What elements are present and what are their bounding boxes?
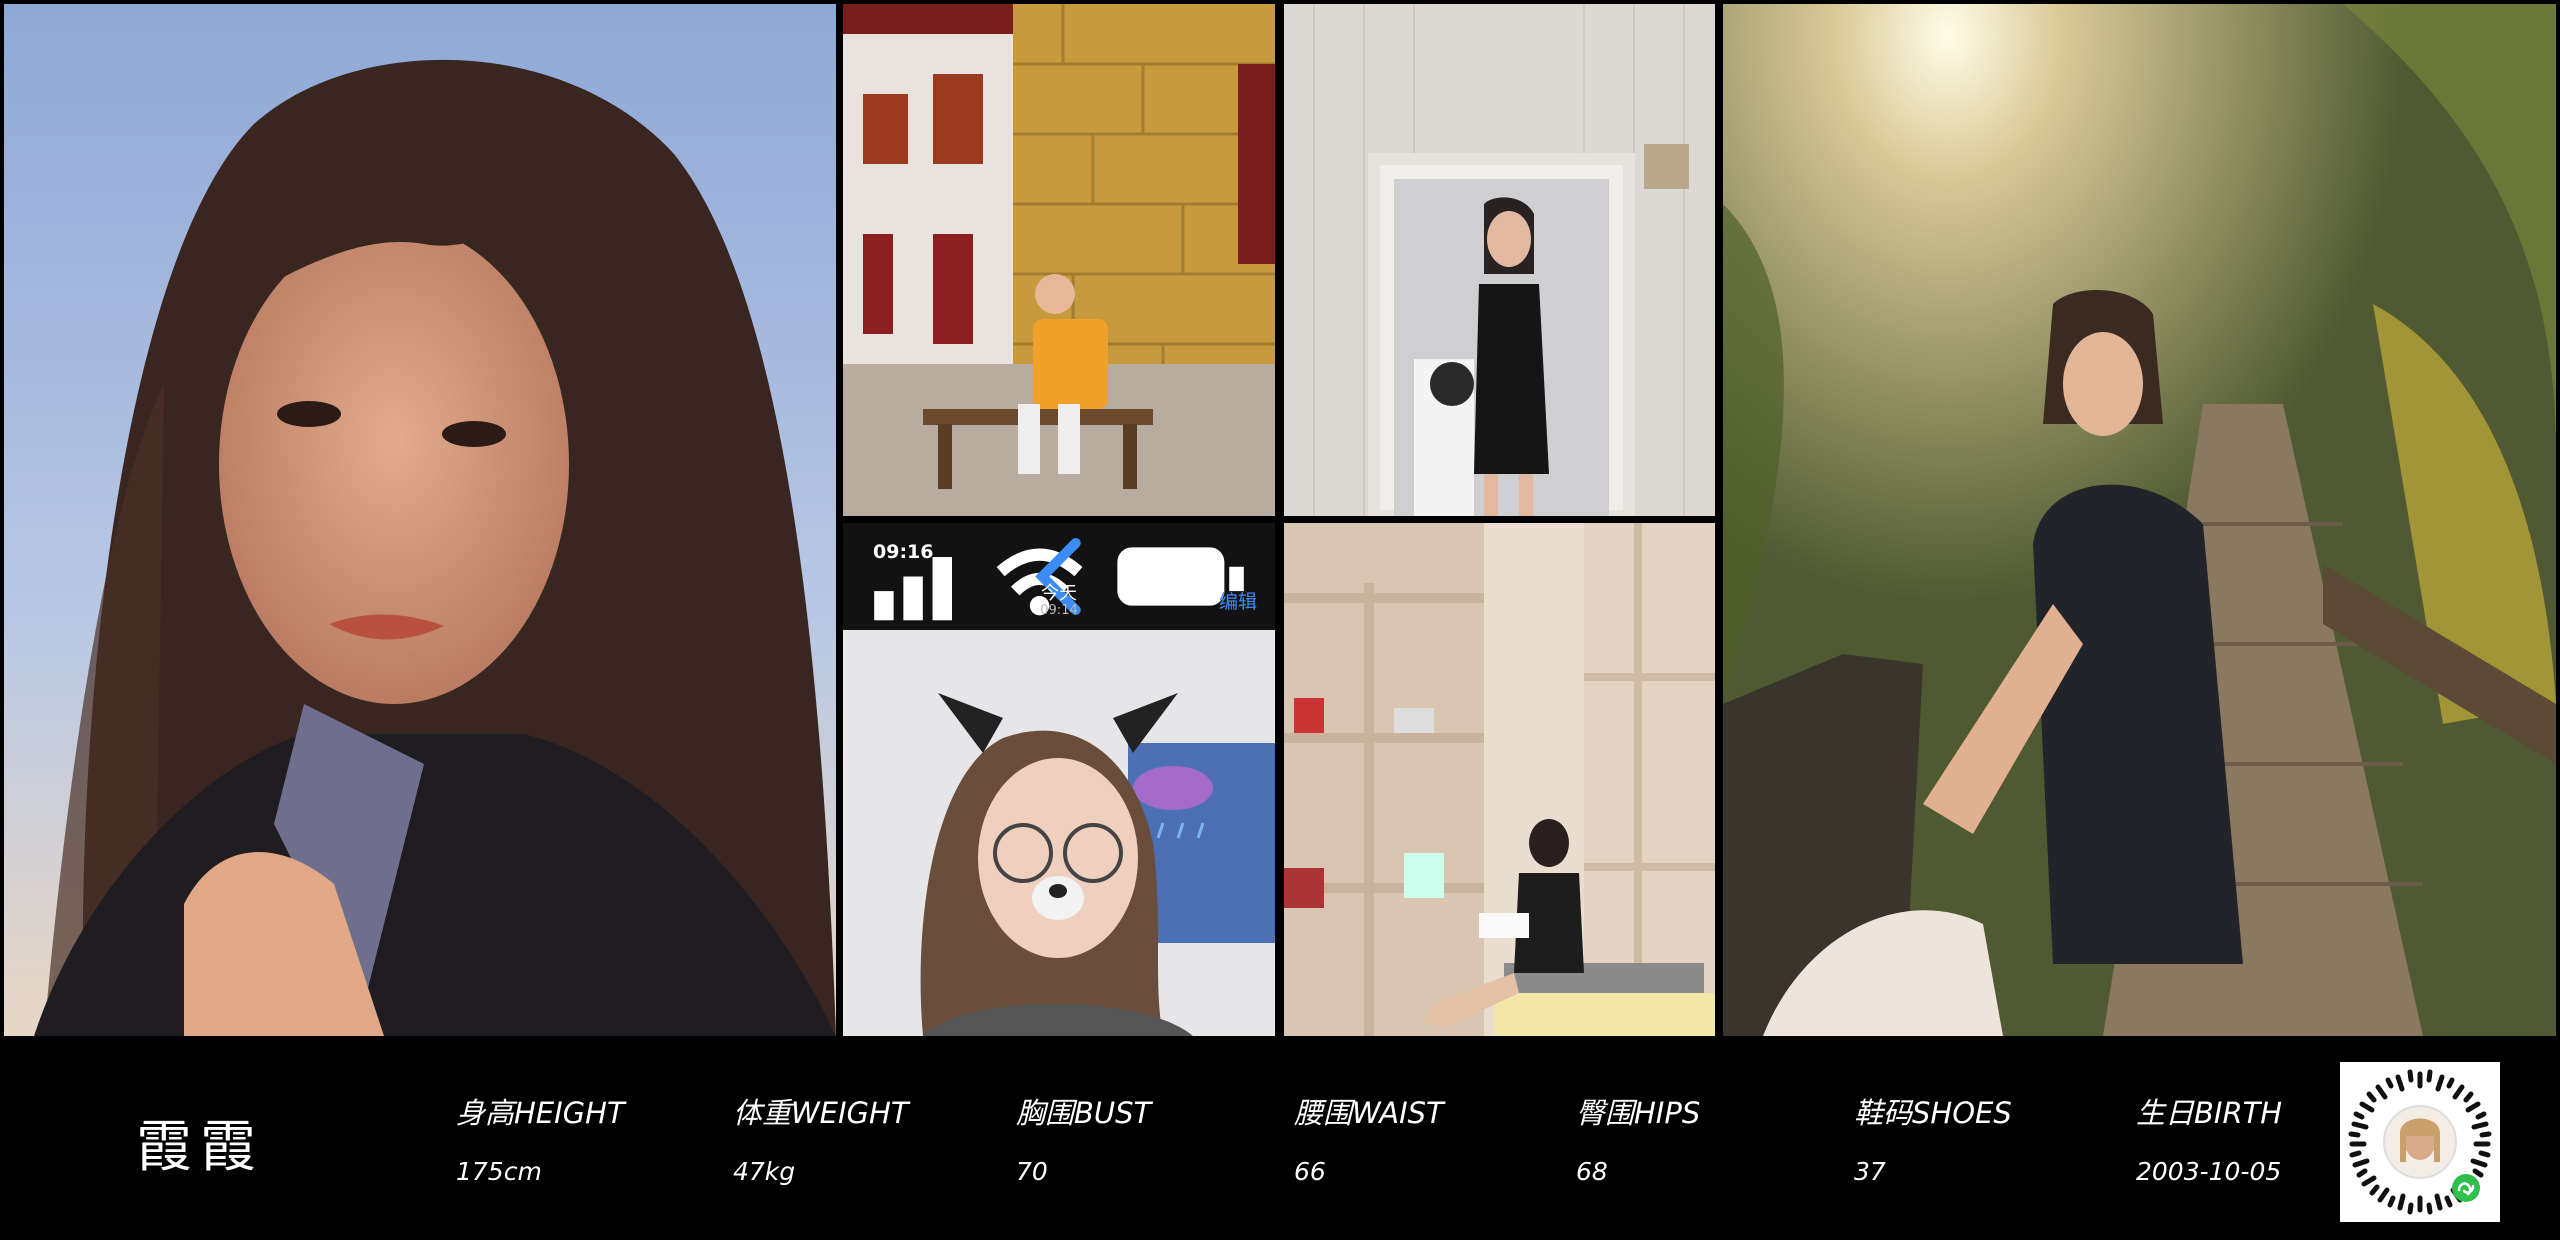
photo-bench-stone-wall-art <box>843 4 1275 516</box>
stat-label: 身高HEIGHT <box>456 1096 625 1130</box>
phone-status-bar: 09:16 今天 09:14 编辑 <box>843 523 1275 630</box>
stat-label: 胸围BUST <box>1016 1096 1152 1130</box>
photo-portrait-sky-art <box>4 4 836 1036</box>
stat-label: 腰围WAIST <box>1294 1096 1444 1130</box>
photo-portrait-sky <box>4 4 836 1036</box>
mini-program-code-art <box>2340 1062 2500 1222</box>
wechat-mini-program-code[interactable] <box>2340 1062 2500 1222</box>
stat-value: 68 <box>1576 1157 1608 1186</box>
stat-bust: 胸围BUST 70 <box>1016 1090 1236 1186</box>
stat-value: 175cm <box>456 1157 542 1186</box>
photo-phone-screenshot: 09:16 今天 09:14 编辑 <box>843 523 1275 1036</box>
stat-value: 70 <box>1016 1157 1048 1186</box>
wechat-mini-program-icon <box>2452 1174 2480 1202</box>
screen-title: 今天 <box>1041 583 1077 604</box>
edit-button[interactable]: 编辑 <box>1219 587 1257 614</box>
photo-mirror-selfie-art <box>1284 4 1715 516</box>
stat-birth: 生日BIRTH 2003-10-05 <box>2136 1090 2356 1186</box>
stat-label: 生日BIRTH <box>2136 1096 2283 1130</box>
stat-weight: 体重WEIGHT 47kg <box>733 1090 953 1186</box>
stat-label: 臀围HIPS <box>1576 1096 1701 1130</box>
photo-boardwalk-sunlight-art <box>1723 4 2556 1036</box>
stat-value: 37 <box>1854 1157 1886 1186</box>
stat-value: 66 <box>1294 1157 1326 1186</box>
photo-boardwalk-sunlight <box>1723 4 2556 1036</box>
stat-label: 体重WEIGHT <box>733 1096 909 1130</box>
profile-footer: 霞霞 身高HEIGHT 175cm 体重WEIGHT 47kg 胸围BUST 7… <box>0 1036 2560 1240</box>
stat-shoes: 鞋码SHOES 37 <box>1854 1090 2074 1186</box>
photo-bookshelf-reading-art <box>1284 523 1715 1036</box>
stat-value: 47kg <box>733 1157 796 1186</box>
photo-bookshelf-reading <box>1284 523 1715 1036</box>
model-name: 霞霞 <box>136 1115 264 1180</box>
stat-hips: 臀围HIPS 68 <box>1576 1090 1796 1186</box>
stat-waist: 腰围WAIST 66 <box>1294 1090 1514 1186</box>
screen-subtitle-time: 09:14 <box>1040 603 1078 618</box>
stat-height: 身高HEIGHT 175cm <box>456 1090 676 1186</box>
stat-value: 2003-10-05 <box>2136 1157 2282 1186</box>
stat-label: 鞋码SHOES <box>1854 1096 2012 1130</box>
photo-bench-stone-wall <box>843 4 1275 516</box>
photo-mirror-selfie <box>1284 4 1715 516</box>
